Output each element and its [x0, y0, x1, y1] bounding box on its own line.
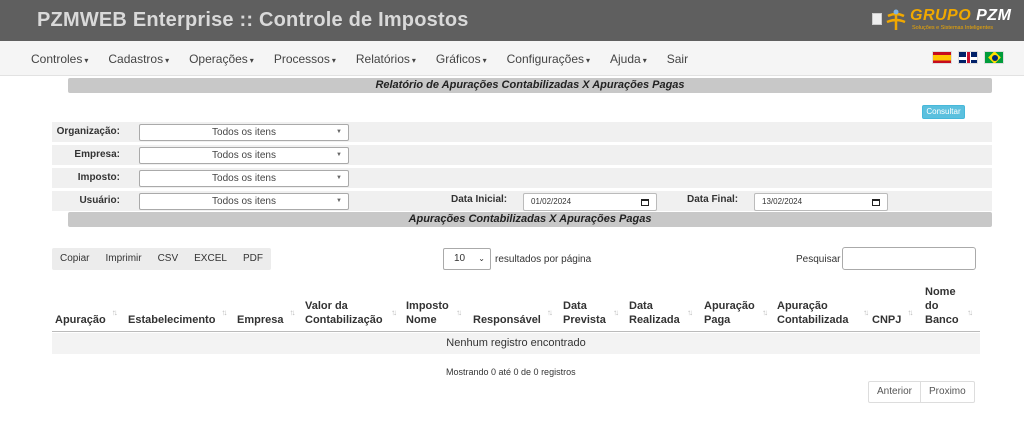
menu-configuracoes[interactable]: Configurações ▾ — [497, 52, 600, 66]
caret-down-icon: ▾ — [482, 55, 487, 65]
results-title: Apurações Contabilizadas X Apurações Pag… — [68, 212, 992, 227]
dropdown-arrow-icon: ▼ — [336, 129, 342, 135]
logo-tagline: Soluções e Sistemas Inteligentes — [912, 25, 994, 31]
sort-icon: ↑↓ — [863, 308, 869, 317]
data-inicial-label: Data Inicial: — [451, 194, 508, 205]
logo-mark-icon — [886, 9, 906, 30]
sort-icon: ↑↓ — [289, 308, 295, 317]
dropdown-arrow-icon: ▼ — [336, 152, 342, 158]
pdf-button[interactable]: PDF — [235, 248, 271, 270]
sort-icon: ↑↓ — [762, 308, 768, 317]
calendar-icon[interactable] — [641, 199, 649, 206]
sort-icon: ↑↓ — [546, 308, 553, 317]
sort-icon: ↑↓ — [687, 308, 693, 317]
usuario-label: Usuário: — [79, 195, 120, 206]
filter-row-empresa: Empresa: Todos os itens ▼ — [52, 145, 992, 165]
menu-ajuda[interactable]: Ajuda ▾ — [600, 52, 657, 66]
col-apuracao[interactable]: Apuração ↑↓ — [55, 308, 118, 327]
filter-row-usuario: Usuário: Todos os itens ▼ Data Inicial: 0… — [52, 191, 992, 211]
table-info: Mostrando 0 até 0 de 0 registros — [446, 367, 576, 377]
col-data-realizada[interactable]: Data Realizada ↑↓ — [629, 299, 693, 327]
sort-icon: ↑↓ — [613, 308, 619, 317]
excel-button[interactable]: EXCEL — [186, 248, 235, 270]
search-input[interactable] — [842, 247, 976, 270]
col-apuracao-contabilizada[interactable]: Apuração Contabilizada ↑↓ — [777, 299, 869, 327]
sort-icon: ↑↓ — [221, 308, 227, 317]
uk-flag-icon[interactable] — [958, 51, 978, 64]
col-estabelecimento[interactable]: Estabelecimento ↑↓ — [128, 308, 227, 327]
col-imposto-nome[interactable]: Imposto Nome ↑↓ — [406, 299, 462, 327]
organizacao-label: Organização: — [56, 126, 120, 137]
sort-icon: ↑↓ — [907, 308, 913, 317]
copiar-button[interactable]: Copiar — [52, 248, 97, 270]
empresa-select[interactable]: Todos os itens ▼ — [139, 147, 349, 164]
menu-cadastros[interactable]: Cadastros ▾ — [98, 52, 179, 66]
spain-flag-icon[interactable] — [932, 51, 952, 64]
data-inicial-input[interactable]: 01/02/2024 — [523, 193, 657, 211]
company-logo[interactable]: GRUPO PZM Soluções e Sistemas Inteligent… — [870, 7, 1020, 35]
filter-row-organizacao: Organização: Todos os itens ▼ — [52, 122, 992, 142]
menu-processos[interactable]: Processos ▾ — [264, 52, 346, 66]
page-length-select[interactable]: 10 ⌄ — [443, 248, 491, 270]
main-menu: Controles ▾ Cadastros ▾ Operações ▾ Process… — [21, 41, 698, 76]
data-final-label: Data Final: — [687, 194, 739, 205]
empty-table-row: Nenhum registro encontrado — [52, 333, 980, 354]
sort-icon: ↑↓ — [967, 308, 973, 317]
caret-down-icon: ▾ — [411, 55, 416, 65]
col-data-prevista[interactable]: Data Prevista ↑↓ — [563, 299, 619, 327]
organizacao-select[interactable]: Todos os itens ▼ — [139, 124, 349, 141]
caret-down-icon: ▾ — [642, 55, 647, 65]
menu-sair[interactable]: Sair — [657, 52, 698, 66]
main-menu-bar: Controles ▾ Cadastros ▾ Operações ▾ Process… — [0, 41, 1024, 76]
caret-down-icon: ▾ — [165, 55, 170, 65]
col-responsavel[interactable]: Responsável ↑↓ — [473, 308, 553, 327]
pagination: Anterior Proximo — [868, 381, 975, 403]
imposto-label: Imposto: — [77, 172, 120, 183]
calendar-icon[interactable] — [872, 199, 880, 206]
consultar-button[interactable]: Consultar — [922, 105, 965, 119]
next-page-button[interactable]: Proximo — [920, 382, 974, 402]
menu-relatorios[interactable]: Relatórios ▾ — [346, 52, 426, 66]
sort-icon: ↑↓ — [456, 308, 462, 317]
empresa-label: Empresa: — [74, 149, 120, 160]
previous-page-button[interactable]: Anterior — [869, 382, 920, 402]
dropdown-arrow-icon: ▼ — [336, 198, 342, 204]
broken-image-icon — [872, 13, 882, 25]
app-header: PZMWEB Enterprise :: Controle de Imposto… — [0, 0, 1024, 41]
search-label: Pesquisar — [796, 254, 841, 265]
data-final-input[interactable]: 13/02/2024 — [754, 193, 888, 211]
imprimir-button[interactable]: Imprimir — [97, 248, 149, 270]
filter-row-imposto: Imposto: Todos os itens ▼ — [52, 168, 992, 188]
page-length-label: resultados por página — [495, 254, 592, 265]
csv-button[interactable]: CSV — [150, 248, 187, 270]
app-title: PZMWEB Enterprise :: Controle de Imposto… — [37, 9, 469, 31]
col-nome-banco[interactable]: Nome do Banco ↑↓ — [925, 285, 973, 327]
caret-down-icon: ▾ — [586, 55, 591, 65]
report-title: Relatório de Apurações Contabilizadas X … — [68, 78, 992, 93]
chevron-down-icon: ⌄ — [478, 254, 485, 263]
export-buttons: Copiar Imprimir CSV EXCEL PDF — [52, 248, 271, 270]
brazil-flag-icon[interactable] — [984, 51, 1004, 64]
col-apuracao-paga[interactable]: Apuração Paga ↑↓ — [704, 299, 768, 327]
table-header: Apuração ↑↓ Estabelecimento ↑↓ Empresa ↑↓ V… — [52, 280, 980, 332]
usuario-select[interactable]: Todos os itens ▼ — [139, 193, 349, 210]
caret-down-icon: ▾ — [249, 55, 254, 65]
caret-down-icon: ▾ — [331, 55, 336, 65]
sort-icon: ↑↓ — [111, 308, 118, 317]
logo-text: GRUPO PZM — [910, 7, 1012, 24]
menu-controles[interactable]: Controles ▾ — [21, 52, 98, 66]
imposto-select[interactable]: Todos os itens ▼ — [139, 170, 349, 187]
sort-icon: ↑↓ — [391, 308, 397, 317]
language-flags — [932, 51, 1004, 64]
menu-operacoes[interactable]: Operações ▾ — [179, 52, 264, 66]
caret-down-icon: ▾ — [84, 55, 89, 65]
col-cnpj[interactable]: CNPJ ↑↓ — [872, 308, 913, 327]
dropdown-arrow-icon: ▼ — [336, 175, 342, 181]
col-valor-contabilizacao[interactable]: Valor da Contabilização ↑↓ — [305, 299, 397, 327]
col-empresa[interactable]: Empresa ↑↓ — [237, 308, 295, 327]
menu-graficos[interactable]: Gráficos ▾ — [426, 52, 497, 66]
